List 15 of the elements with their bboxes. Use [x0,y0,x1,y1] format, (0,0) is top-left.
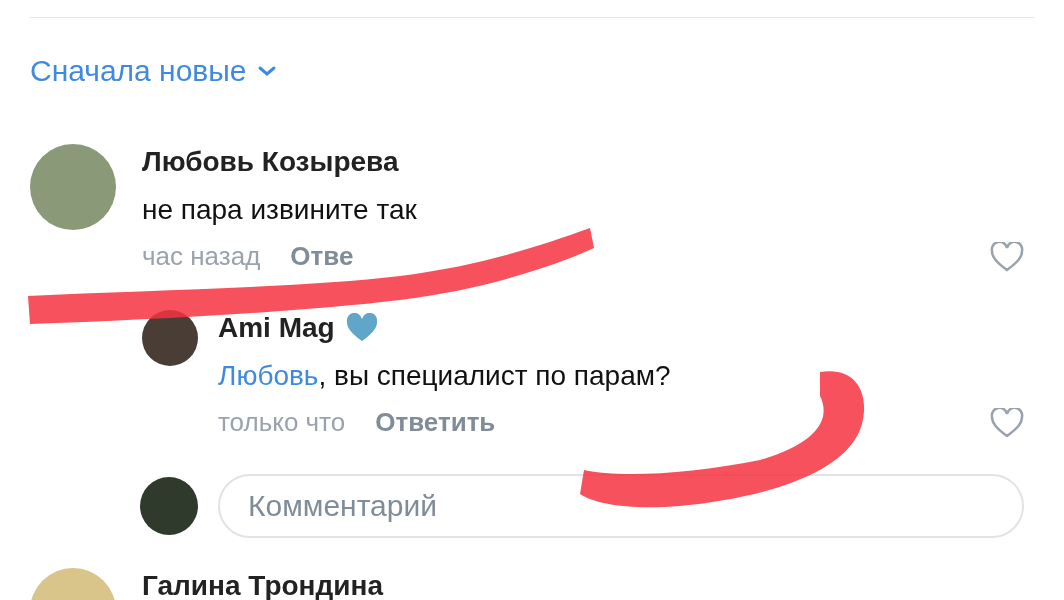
reply-link[interactable]: Отве [290,241,354,272]
author-name: Галина Трондина [142,569,383,600]
reply-link[interactable]: Ответить [375,407,496,438]
author-name: Ami Mag [218,311,335,345]
comment-time: час назад [142,241,261,272]
comment-text: Любовь, вы специалист по парам? [218,359,672,393]
like-button[interactable] [990,241,1024,272]
like-button[interactable] [990,407,1024,438]
comment-time: только что [218,407,346,438]
author-name: Любовь Козырева [142,145,400,179]
avatar-photo [140,477,198,535]
chevron-down-icon [256,65,277,77]
comment-text: не пара извините так [142,193,418,227]
heart-globe-icon [344,313,379,343]
sort-dropdown[interactable]: Сначала новые [30,54,277,88]
